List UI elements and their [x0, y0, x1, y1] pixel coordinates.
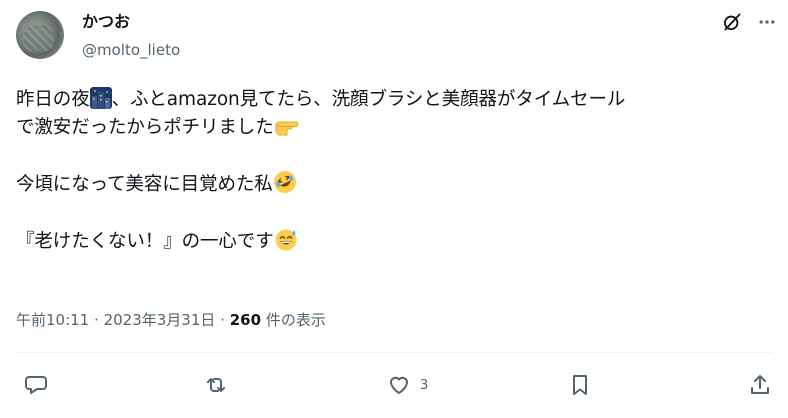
- avatar[interactable]: [16, 11, 64, 59]
- night-city-emoji: [89, 87, 112, 109]
- grok-icon[interactable]: [722, 12, 742, 32]
- bookmark-icon: [573, 375, 587, 395]
- meta-separator: ·: [94, 311, 99, 329]
- reply-button[interactable]: [24, 372, 48, 398]
- tweet-line4: 『老けたくない！』の一心です: [16, 231, 274, 252]
- like-button[interactable]: 3: [387, 372, 428, 398]
- rolling-laughing-emoji: [273, 171, 296, 193]
- tweet-line2: で激安だったからポチリました: [16, 117, 274, 138]
- bookmark-button[interactable]: [568, 372, 592, 398]
- tweet-line3: 今頃になって美容に目覚めた私: [16, 174, 273, 195]
- retweet-icon: [207, 378, 225, 392]
- like-icon: [390, 376, 408, 394]
- views-label: 件の表示: [265, 311, 326, 329]
- tweet-time[interactable]: 午前10:11: [16, 311, 89, 329]
- tweet-line1-b: 、ふとamazon見てたら、洗顔ブラシと美顔器がタイムセール: [111, 89, 626, 110]
- reply-icon: [25, 376, 47, 394]
- like-count: 3: [420, 377, 429, 393]
- author-name[interactable]: かつお: [82, 12, 130, 32]
- tweet-date[interactable]: 2023年3月31日: [104, 311, 216, 329]
- pointing-hand-emoji: [275, 121, 299, 136]
- tweet-text: 昨日の夜 、ふとamazon見てたら、洗顔ブラシと美顔器がタイムセール で激安だっ…: [16, 86, 776, 256]
- share-icon: [751, 375, 769, 394]
- share-button[interactable]: [748, 372, 772, 398]
- tweet-meta: 午前10:11 · 2023年3月31日 · 260 件の表示: [16, 309, 326, 331]
- retweet-button[interactable]: [204, 372, 228, 398]
- divider: [16, 352, 772, 353]
- sweat-smile-emoji: [275, 229, 297, 251]
- tweet-line1-a: 昨日の夜: [16, 89, 90, 110]
- more-icon[interactable]: [756, 12, 778, 32]
- views-count: 260: [229, 311, 262, 329]
- meta-separator-2: ·: [220, 311, 225, 329]
- author-handle[interactable]: @molto_lieto: [82, 40, 180, 60]
